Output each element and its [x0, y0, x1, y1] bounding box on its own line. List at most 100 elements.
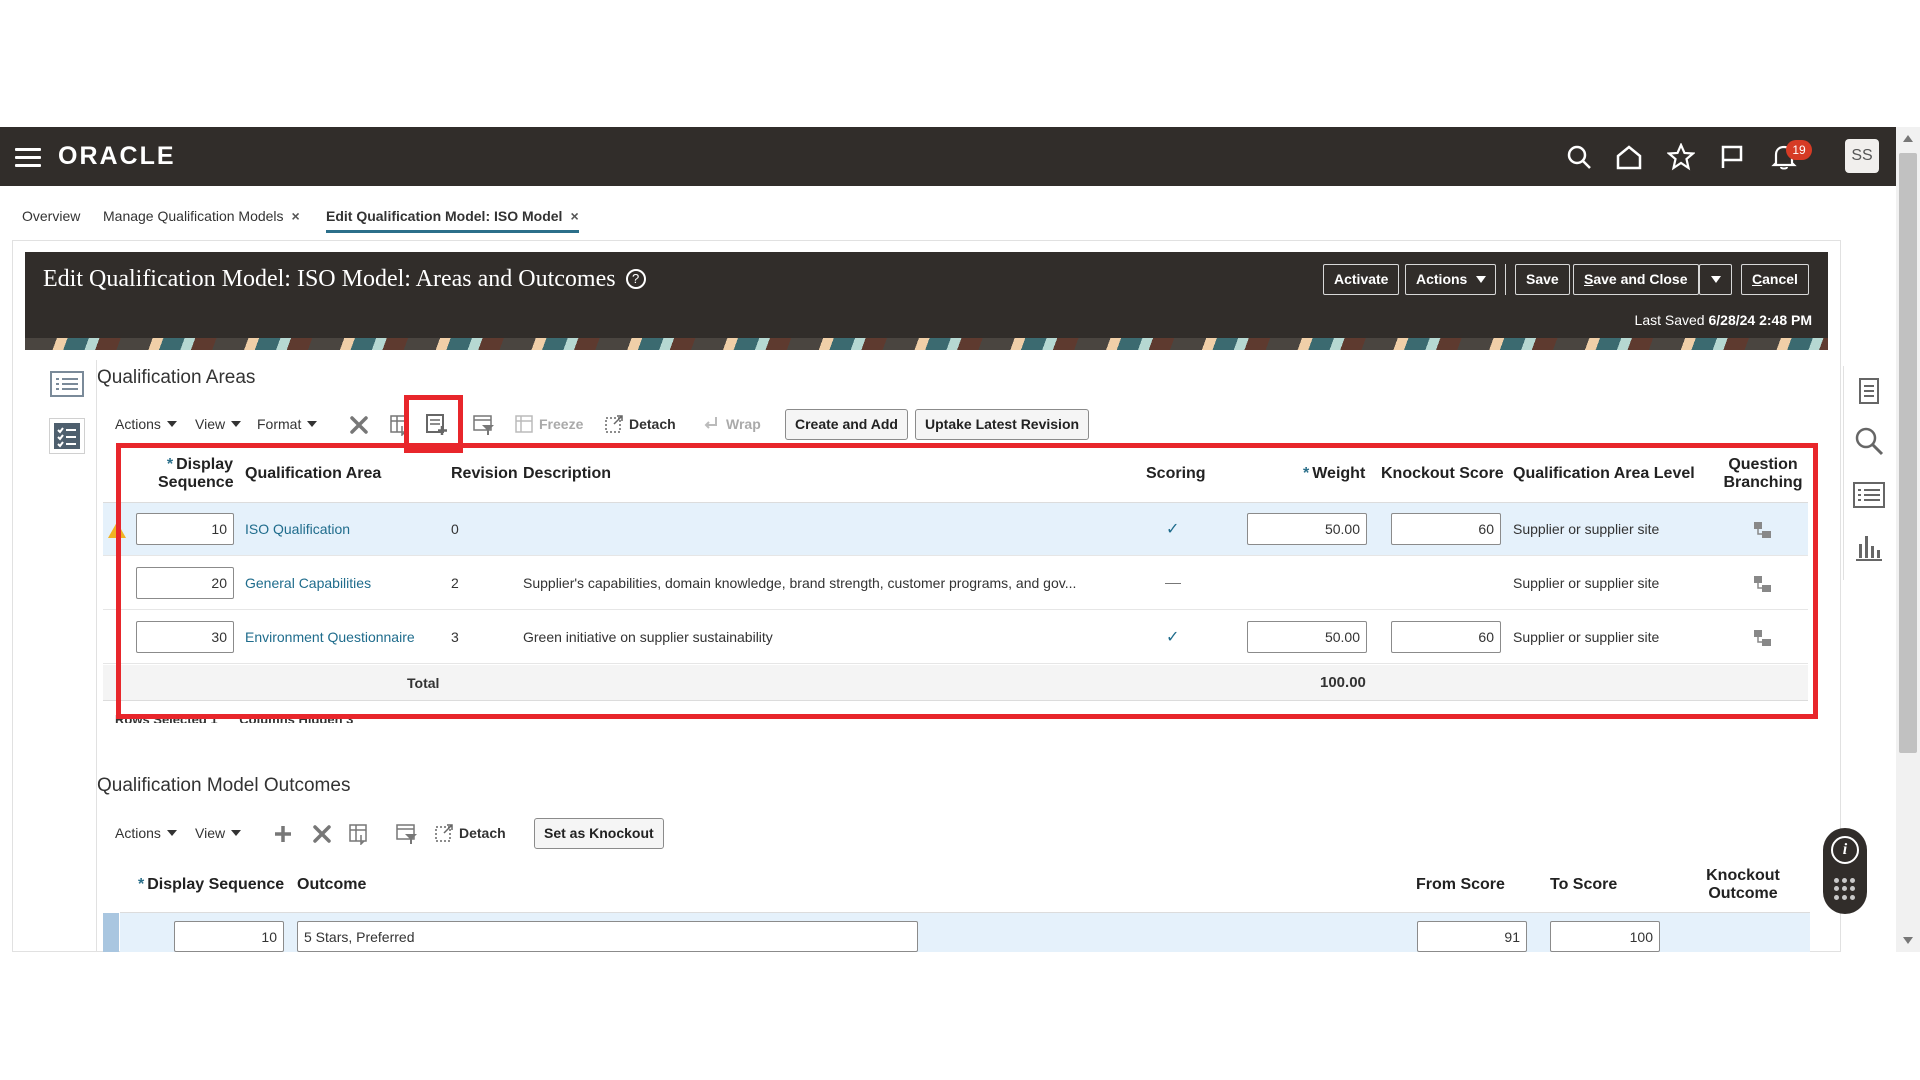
column-header-scoring[interactable]: Scoring	[1146, 465, 1206, 483]
save-and-close-button[interactable]: Save and Close	[1573, 264, 1699, 295]
outcomes-toolbar: Actions View Detach Set as Knockout	[115, 817, 1315, 851]
page-title-wrap: Edit Qualification Model: ISO Model: Are…	[43, 266, 646, 293]
tab-overview[interactable]: Overview	[22, 208, 80, 224]
outcomes-detach-button[interactable]: Detach	[435, 817, 506, 849]
actions-label: Actions	[1416, 271, 1468, 287]
outcomes-view-menu[interactable]: View	[195, 817, 242, 849]
column-settings-icon[interactable]	[349, 823, 369, 855]
column-header-qualification-area-level[interactable]: Qualification Area Level	[1513, 465, 1695, 483]
weight-input[interactable]: 50.00	[1247, 621, 1367, 653]
outcomes-actions-menu[interactable]: Actions	[115, 817, 177, 849]
scroll-up-icon[interactable]	[1903, 135, 1913, 142]
freeze-button[interactable]: Freeze	[515, 408, 583, 440]
scroll-down-icon[interactable]	[1903, 937, 1913, 944]
column-header-description[interactable]: Description	[523, 465, 611, 483]
filter-icon[interactable]	[473, 414, 495, 446]
column-header-knockout-score[interactable]: Knockout Score	[1381, 465, 1504, 483]
analytics-chart-icon[interactable]	[1852, 530, 1886, 564]
row-selection-marker	[103, 913, 119, 952]
column-header-question-branching[interactable]: Question Branching	[1723, 456, 1803, 492]
floating-help-widget[interactable]: i	[1823, 828, 1867, 914]
info-icon[interactable]: i	[1831, 836, 1859, 864]
areas-view-menu[interactable]: View	[195, 408, 242, 440]
display-sequence-input[interactable]: 20	[136, 567, 234, 599]
help-icon[interactable]: ?	[625, 269, 646, 289]
accesskey-letter: C	[1752, 271, 1763, 287]
display-sequence-input[interactable]: 10	[174, 921, 284, 952]
flag-icon[interactable]	[1715, 140, 1749, 174]
add-row-icon[interactable]	[426, 414, 448, 446]
revision-value: 0	[451, 521, 459, 537]
column-header-display-sequence[interactable]: * Display Sequence	[158, 456, 234, 492]
save-button[interactable]: Save	[1515, 264, 1570, 295]
save-options-dropdown-button[interactable]	[1699, 264, 1732, 295]
activate-button[interactable]: Activate	[1323, 264, 1400, 295]
uptake-latest-revision-button[interactable]: Uptake Latest Revision	[915, 409, 1090, 440]
column-header-qualification-area[interactable]: Qualification Area	[245, 465, 381, 483]
column-header-weight[interactable]: * Weight	[1303, 465, 1365, 483]
weight-input[interactable]: 50.00	[1247, 513, 1367, 545]
delete-icon[interactable]	[349, 414, 369, 446]
from-score-input[interactable]: 91	[1417, 921, 1527, 952]
home-icon[interactable]	[1612, 140, 1646, 174]
required-indicator: *	[1303, 465, 1310, 482]
areas-actions-menu[interactable]: Actions	[115, 408, 177, 440]
search-icon[interactable]	[1562, 140, 1596, 174]
hamburger-menu-icon[interactable]	[15, 148, 41, 167]
document-icon[interactable]	[1852, 374, 1886, 408]
display-sequence-input[interactable]: 10	[136, 513, 234, 545]
close-tab-icon[interactable]: ×	[570, 208, 578, 224]
search-panel-icon[interactable]	[1852, 424, 1886, 458]
actions-menu-button[interactable]: Actions	[1405, 264, 1497, 295]
qualification-area-link[interactable]: Environment Questionnaire	[245, 611, 415, 664]
outcome-input[interactable]: 5 Stars, Preferred	[297, 921, 918, 952]
column-header-to-score[interactable]: To Score	[1550, 876, 1617, 894]
detach-button[interactable]: Detach	[605, 408, 676, 440]
list-view-icon[interactable]	[49, 366, 85, 402]
page-scrollbar[interactable]	[1896, 127, 1920, 952]
delete-icon[interactable]	[312, 823, 332, 855]
wrap-button[interactable]: Wrap	[702, 408, 761, 440]
tab-label: Overview	[22, 208, 81, 224]
column-header-revision[interactable]: Revision	[451, 465, 518, 483]
list-panel-icon[interactable]	[1852, 478, 1886, 512]
to-score-input[interactable]: 100	[1550, 921, 1660, 952]
total-row: Total 100.00	[103, 665, 1808, 701]
table-row[interactable]: 10 5 Stars, Preferred 91 100	[120, 913, 1810, 952]
table-row[interactable]: 30 Environment Questionnaire 3 Green ini…	[103, 611, 1808, 664]
tab-edit-qualification-model[interactable]: Edit Qualification Model: ISO Model ×	[326, 208, 579, 233]
apps-grid-icon[interactable]	[1834, 878, 1856, 900]
close-tab-icon[interactable]: ×	[292, 208, 300, 224]
question-branching-icon[interactable]	[1753, 575, 1773, 593]
question-branching-icon[interactable]	[1753, 629, 1773, 647]
filter-icon[interactable]	[396, 823, 418, 855]
column-header-knockout-outcome[interactable]: Knockout Outcome	[1698, 867, 1788, 903]
column-settings-icon[interactable]	[390, 414, 410, 446]
scrollbar-thumb[interactable]	[1899, 153, 1917, 753]
column-header-display-sequence[interactable]: * Display Sequence	[138, 876, 284, 894]
column-header-from-score[interactable]: From Score	[1416, 876, 1505, 894]
user-avatar[interactable]: SS	[1845, 139, 1879, 173]
decorative-banner-pattern	[25, 338, 1828, 350]
favorites-star-icon[interactable]	[1664, 140, 1698, 174]
checklist-icon[interactable]	[49, 418, 85, 454]
table-row[interactable]: 10 ISO Qualification 0 ✓ 50.00 60 Suppli…	[103, 503, 1808, 556]
cancel-button[interactable]: Cancel	[1741, 264, 1809, 295]
knockout-score-input[interactable]: 60	[1391, 621, 1501, 653]
column-header-outcome[interactable]: Outcome	[297, 876, 366, 894]
table-row[interactable]: 20 General Capabilities 2 Supplier's cap…	[103, 557, 1808, 610]
last-saved-info: Last Saved 6/28/24 2:48 PM	[1635, 312, 1812, 328]
create-and-add-button[interactable]: Create and Add	[785, 409, 908, 440]
add-icon[interactable]	[273, 823, 293, 855]
description-value	[523, 503, 1083, 556]
question-branching-icon[interactable]	[1753, 521, 1773, 539]
tab-manage-qualification-models[interactable]: Manage Qualification Models ×	[103, 208, 300, 224]
display-sequence-input[interactable]: 30	[136, 621, 234, 653]
knockout-score-input[interactable]: 60	[1391, 513, 1501, 545]
areas-format-menu[interactable]: Format	[257, 408, 318, 440]
qualification-area-link[interactable]: ISO Qualification	[245, 503, 350, 556]
set-as-knockout-button[interactable]: Set as Knockout	[534, 818, 664, 849]
areas-toolbar: Actions View Format Freeze Detach Wrap C…	[115, 408, 1315, 442]
qualification-area-link[interactable]: General Capabilities	[245, 557, 371, 610]
page-header: Edit Qualification Model: ISO Model: Are…	[25, 252, 1828, 350]
